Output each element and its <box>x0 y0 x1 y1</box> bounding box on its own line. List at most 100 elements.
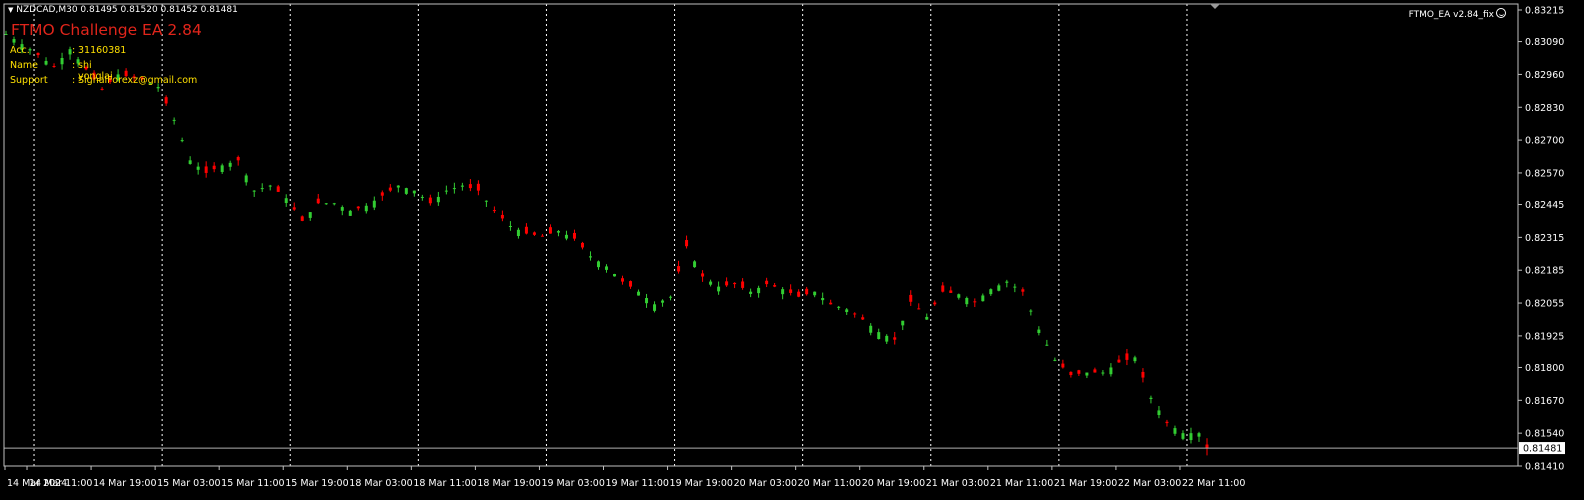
x-tick-label: 15 Mar 11:00 <box>221 478 284 489</box>
candle-body <box>372 200 376 208</box>
x-tick-label: 18 Mar 19:00 <box>477 478 540 489</box>
candle-body <box>725 281 729 286</box>
candle-body <box>949 290 953 293</box>
y-tick-label: 0.82055 <box>1525 299 1564 310</box>
candle[interactable] <box>404 187 408 195</box>
x-tick-label: 19 Mar 19:00 <box>670 478 733 489</box>
chart-menu-triangle-icon[interactable]: ▼ <box>8 6 13 14</box>
candle-body <box>629 281 633 287</box>
x-tick-label: 20 Mar 11:00 <box>798 478 861 489</box>
candle-body <box>1173 428 1177 434</box>
y-tick-label: 0.82960 <box>1525 70 1564 81</box>
candle-body <box>412 190 416 194</box>
candle-body <box>709 281 713 285</box>
candle-body <box>1117 359 1121 363</box>
y-tick-label: 0.81410 <box>1525 462 1564 473</box>
candle-body <box>4 34 8 35</box>
candle-body <box>396 185 400 188</box>
y-tick-label: 0.81670 <box>1525 396 1564 407</box>
candle-body <box>933 302 937 305</box>
candle-body <box>917 308 921 310</box>
candle-body <box>1061 363 1065 368</box>
candle-body <box>837 306 841 308</box>
expert-advisor-label[interactable]: FTMO_EA v2.84_fix <box>1409 8 1506 20</box>
candle-body <box>1133 357 1137 362</box>
candle-body <box>797 291 801 297</box>
candle-body <box>268 185 272 187</box>
symbol-quote: NZDCAD,M30 0.81495 0.81520 0.81452 0.814… <box>16 5 238 15</box>
candle-body <box>661 300 665 303</box>
candle-body <box>869 325 873 333</box>
candle-body <box>292 207 296 210</box>
x-tick-label: 21 Mar 03:00 <box>926 478 989 489</box>
smiley-icon[interactable] <box>1496 8 1506 18</box>
x-tick-label: 22 Mar 03:00 <box>1118 478 1181 489</box>
candle-body <box>1109 367 1113 375</box>
candle-body <box>693 261 697 268</box>
x-tick-label: 14 Mar 19:00 <box>93 478 156 489</box>
candle-body <box>1181 433 1185 439</box>
x-tick-label: 21 Mar 19:00 <box>1054 478 1117 489</box>
candle-body <box>853 313 857 315</box>
candle-body <box>1197 433 1201 437</box>
candle-body <box>781 289 785 295</box>
candle-body <box>252 190 256 192</box>
candle-body <box>244 175 248 183</box>
chart-shift-marker[interactable] <box>1210 4 1220 9</box>
candle-body <box>100 88 104 90</box>
symbol-info: ▼ NZDCAD,M30 0.81495 0.81520 0.81452 0.8… <box>8 5 238 15</box>
candle-body <box>44 60 48 65</box>
candle-body <box>861 317 865 320</box>
candle-body <box>1045 344 1049 346</box>
candle-body <box>685 240 689 247</box>
y-tick-label: 0.82445 <box>1525 200 1564 211</box>
price-chart[interactable]: 0.83215 0.83090 0.82960 0.82830 0.82700 0.825… <box>0 0 1584 500</box>
candle-body <box>356 206 360 209</box>
current-price-label: 0.81481 <box>1523 444 1562 455</box>
candle-body <box>604 266 608 270</box>
candle-body <box>1205 444 1209 449</box>
account-key: Acc. <box>10 45 30 56</box>
candle-body <box>500 214 504 219</box>
candle-body <box>212 165 216 170</box>
candle[interactable] <box>613 273 617 277</box>
candle-body <box>805 288 809 295</box>
candle-body <box>428 197 432 204</box>
candle-body <box>332 203 336 205</box>
x-tick-label: 18 Mar 11:00 <box>413 478 476 489</box>
y-tick-label: 0.82315 <box>1525 233 1564 244</box>
candle-body <box>901 320 905 326</box>
candle-body <box>1013 286 1017 288</box>
x-tick-label: 19 Mar 11:00 <box>605 478 668 489</box>
support-key: Support <box>10 75 48 86</box>
candle-body <box>260 188 264 190</box>
chart-background <box>0 0 1584 500</box>
candle-body <box>420 196 424 198</box>
candle-body <box>156 87 160 89</box>
x-tick-label: 21 Mar 11:00 <box>990 478 1053 489</box>
candle-body <box>308 212 312 218</box>
y-tick-label: 0.83215 <box>1525 6 1564 17</box>
candle-body <box>1053 359 1057 361</box>
candle-body <box>645 298 649 304</box>
candle-body <box>300 216 304 221</box>
candle-body <box>773 285 777 287</box>
candle-body <box>1069 371 1073 376</box>
candle-body <box>164 97 168 104</box>
y-tick-label: 0.83090 <box>1525 37 1564 48</box>
account-row: Acc. : 31160381 <box>10 45 127 56</box>
candle-body <box>36 52 40 56</box>
candle-body <box>757 287 761 294</box>
candle-body <box>324 203 328 205</box>
candle-body <box>564 234 568 239</box>
y-tick-label: 0.82570 <box>1525 168 1564 179</box>
candle-body <box>460 185 464 187</box>
x-tick-label: 15 Mar 19:00 <box>285 478 348 489</box>
candle-body <box>548 227 552 234</box>
candle-body <box>364 205 368 212</box>
candle-body <box>436 196 440 203</box>
y-tick-label: 0.82830 <box>1525 103 1564 114</box>
candle-body <box>1101 372 1105 374</box>
price-axis[interactable]: 0.83215 0.83090 0.82960 0.82830 0.82700 0.825… <box>1518 6 1565 473</box>
candle-body <box>733 282 737 285</box>
